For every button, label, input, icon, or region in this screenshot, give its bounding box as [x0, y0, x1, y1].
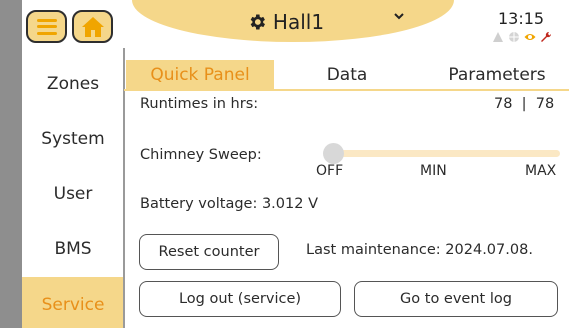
tab-label: Parameters: [448, 65, 546, 85]
runtimes-label: Runtimes in hrs:: [140, 96, 259, 112]
zone-selector[interactable]: Hall1: [22, 7, 569, 37]
zone-title: Hall1: [272, 10, 325, 34]
tab-label: Data: [326, 65, 368, 85]
sidebar-item-system[interactable]: System: [22, 111, 124, 167]
sidebar-item-bms[interactable]: BMS: [22, 221, 124, 277]
reset-counter-button[interactable]: Reset counter: [139, 234, 279, 270]
screen: Hall1 13:15 Zones System User BMS Servic…: [22, 0, 569, 328]
slider-option-max: MAX: [525, 163, 557, 179]
clock: 13:15: [498, 9, 545, 28]
slider-option-off: OFF: [316, 163, 344, 179]
log-out-service-button[interactable]: Log out (service): [139, 281, 341, 317]
battery-voltage: Battery voltage: 3.012 V: [140, 196, 318, 212]
gear-icon: [250, 14, 265, 30]
chevron-down-icon[interactable]: [392, 9, 406, 23]
top-bar: Hall1 13:15: [22, 0, 569, 48]
sidebar-item-zones[interactable]: Zones: [22, 56, 124, 112]
tab-quick-panel[interactable]: Quick Panel: [126, 60, 274, 90]
chimney-sweep-slider-thumb[interactable]: [323, 143, 344, 164]
sidebar: Zones System User BMS Service: [22, 48, 124, 328]
wrench-icon: [541, 31, 552, 42]
globe-icon: [509, 32, 519, 42]
tab-data[interactable]: Data: [292, 60, 402, 90]
eye-icon: [524, 34, 536, 40]
sidebar-item-label: Zones: [46, 74, 100, 94]
warning-icon: [493, 32, 503, 42]
sidebar-item-label: Service: [41, 295, 105, 315]
runtimes-value: 78 | 78: [494, 96, 555, 112]
slider-option-min: MIN: [420, 163, 447, 179]
tab-underline: [124, 89, 569, 91]
sidebar-item-user[interactable]: User: [22, 166, 124, 222]
tab-label: Quick Panel: [150, 65, 250, 85]
sidebar-item-label: System: [41, 129, 105, 149]
sidebar-item-label: User: [53, 184, 93, 204]
status-icons: [492, 30, 552, 44]
chimney-sweep-label: Chimney Sweep:: [140, 147, 262, 163]
sidebar-item-service[interactable]: Service: [22, 277, 124, 328]
chimney-sweep-slider-track[interactable]: [332, 150, 560, 157]
last-maintenance: Last maintenance: 2024.07.08.: [306, 242, 533, 258]
go-to-event-log-button[interactable]: Go to event log: [354, 281, 558, 317]
sidebar-item-label: BMS: [54, 239, 92, 259]
tab-parameters[interactable]: Parameters: [432, 60, 562, 90]
